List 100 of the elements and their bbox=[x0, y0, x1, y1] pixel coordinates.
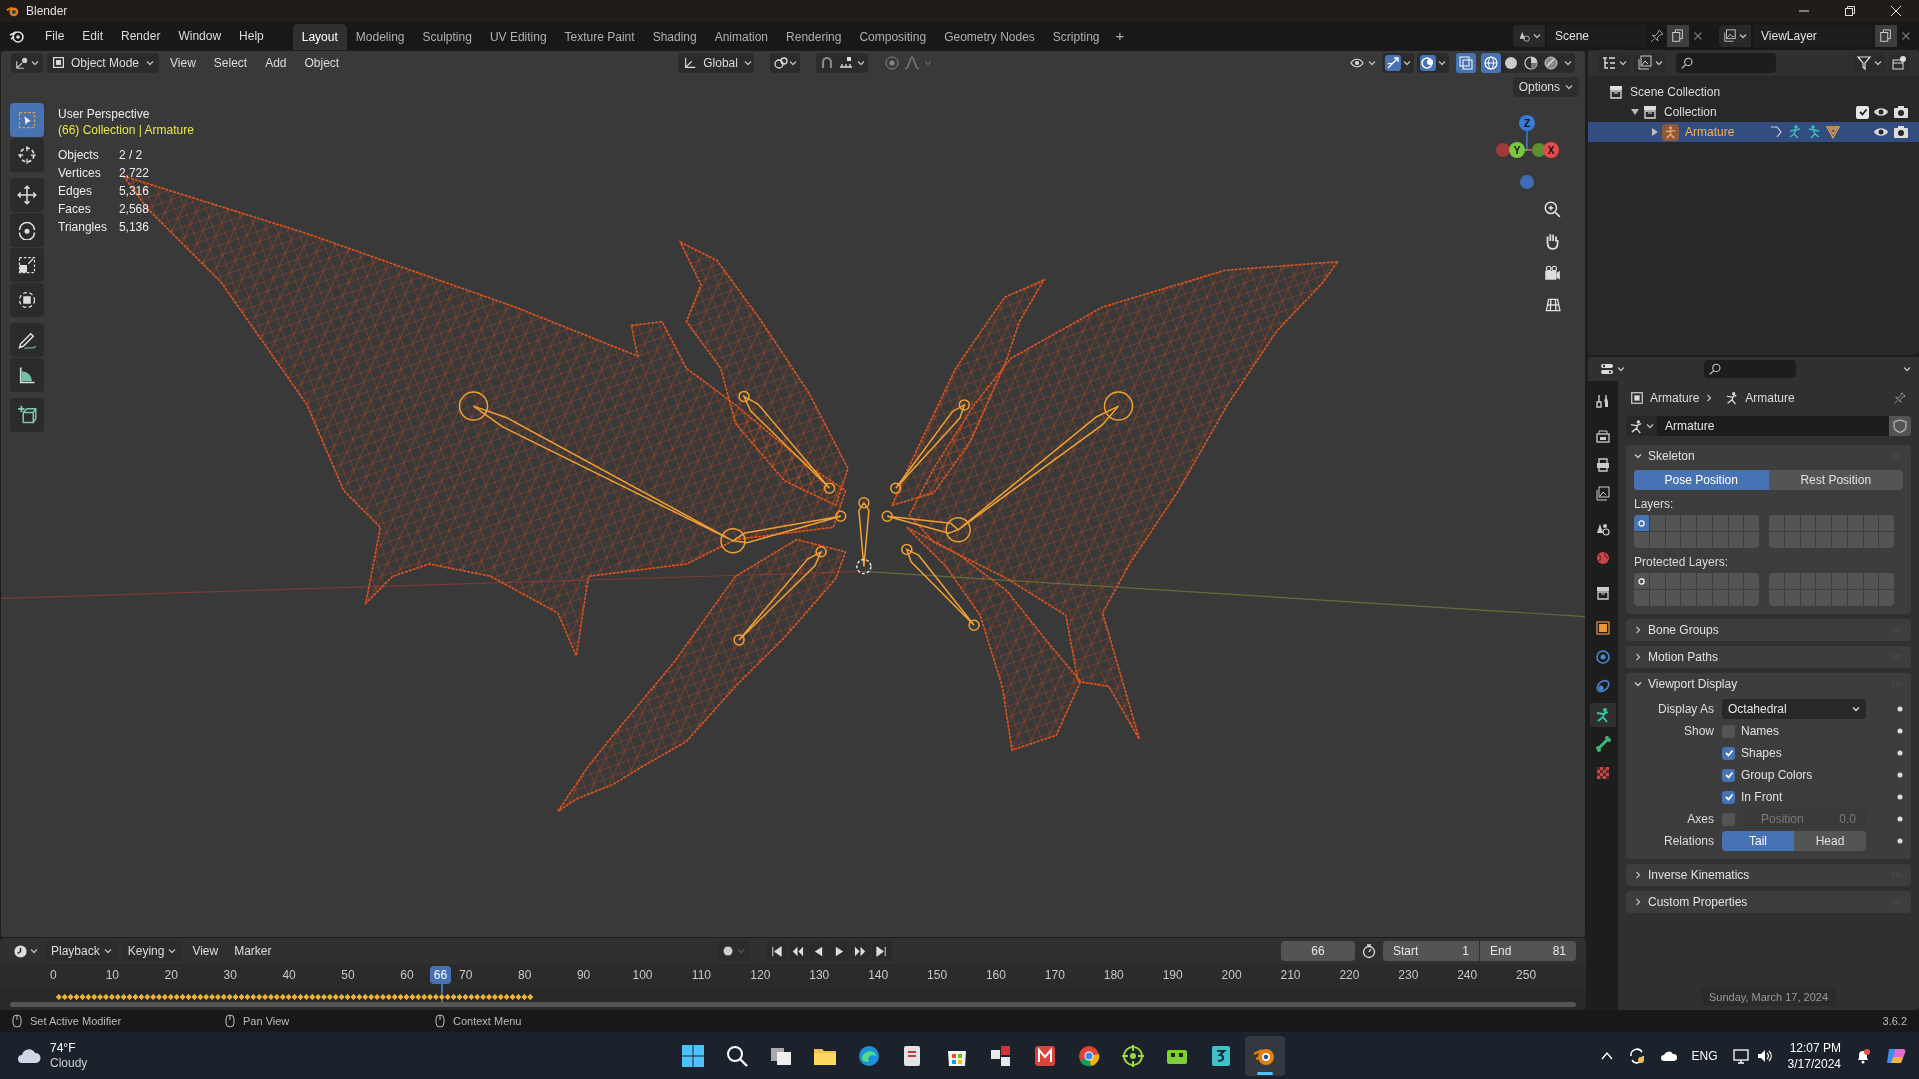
frame-tick-label: 160 bbox=[985, 967, 1006, 984]
outliner-row[interactable]: Collection bbox=[1588, 102, 1919, 122]
panel-header[interactable]: Inverse Kinematics bbox=[1626, 864, 1911, 886]
frame-tick-label: 170 bbox=[1044, 967, 1065, 984]
current-frame-field[interactable]: 66 bbox=[1281, 941, 1355, 961]
options-dropdown[interactable]: Options bbox=[1512, 77, 1579, 97]
weather-condition: Cloudy bbox=[50, 1055, 88, 1071]
position-field: Position 0.0 bbox=[1743, 809, 1866, 829]
panel-header[interactable]: Motion Paths bbox=[1626, 646, 1911, 668]
frame-tick-label: 30 bbox=[223, 967, 237, 984]
stat-label: Triangles bbox=[58, 219, 107, 236]
workspace-tab[interactable]: Animation bbox=[705, 24, 778, 50]
frame-tick-label: 130 bbox=[809, 967, 830, 984]
menu-item[interactable]: Edit bbox=[73, 25, 113, 47]
navigation-gizmo[interactable]: Z Y X bbox=[1496, 115, 1559, 189]
outliner-item-label: Collection bbox=[1664, 104, 1717, 121]
position-toggle[interactable]: Rest Position bbox=[1768, 470, 1903, 490]
workspace-tab[interactable]: Shading bbox=[643, 24, 706, 50]
window-title: Blender bbox=[26, 3, 68, 20]
frame-tick-label: 180 bbox=[1103, 967, 1124, 984]
frame-tick-label: 190 bbox=[1162, 967, 1183, 984]
language-indicator[interactable]: ENG bbox=[1691, 1046, 1718, 1065]
frame-tick-label: 150 bbox=[927, 967, 948, 984]
relations-toggle[interactable]: Head bbox=[1794, 831, 1866, 851]
workspace-tab[interactable]: Texture Paint bbox=[555, 24, 644, 50]
menu-item[interactable]: Playback bbox=[45, 941, 118, 961]
checkbox-label: Shapes bbox=[1741, 745, 1782, 762]
view-layer-field[interactable]: ViewLayer bbox=[1753, 25, 1873, 47]
frame-tick-label: 210 bbox=[1280, 967, 1301, 984]
status-hint: Context Menu bbox=[453, 1013, 522, 1029]
end-frame-field[interactable]: End 81 bbox=[1480, 941, 1576, 961]
outliner-row[interactable]: Scene Collection bbox=[1588, 82, 1919, 102]
menu-item[interactable]: File bbox=[36, 25, 74, 47]
stat-value: 5,136 bbox=[118, 219, 149, 236]
playhead[interactable]: 66 bbox=[429, 966, 452, 984]
workspace-tab[interactable]: UV Editing bbox=[480, 24, 556, 50]
mode-dropdown[interactable]: Object Mode bbox=[47, 52, 159, 73]
field-label: Axes bbox=[1687, 811, 1714, 828]
status-hint: Pan View bbox=[243, 1013, 290, 1029]
stat-label: Objects bbox=[58, 147, 100, 164]
frame-tick-label: 80 bbox=[518, 967, 532, 984]
workspace-tab[interactable]: Rendering bbox=[777, 24, 851, 50]
panel-header[interactable]: Bone Groups bbox=[1626, 619, 1911, 641]
frame-tick-label: 250 bbox=[1516, 967, 1537, 984]
frame-tick-label: 40 bbox=[282, 967, 296, 984]
frame-tick-label: 20 bbox=[164, 967, 178, 984]
menu-item[interactable]: View bbox=[186, 941, 225, 961]
stat-label: Edges bbox=[58, 183, 94, 200]
version-label: 3.6.2 bbox=[1882, 1013, 1907, 1029]
menu-item[interactable]: Marker bbox=[228, 941, 278, 961]
stat-value: 2,568 bbox=[118, 201, 149, 218]
field-label: Display As bbox=[1657, 701, 1714, 718]
menu-item[interactable]: Add bbox=[258, 52, 294, 73]
frame-tick-label: 90 bbox=[576, 967, 591, 984]
frame-tick-label: 70 bbox=[459, 967, 473, 984]
panel-header[interactable]: Custom Properties bbox=[1626, 891, 1911, 913]
workspace-tab[interactable]: Scripting bbox=[1043, 24, 1109, 50]
frame-tick-label: 50 bbox=[341, 967, 355, 984]
menu-item[interactable]: Select bbox=[206, 52, 255, 73]
clock-date[interactable]: 3/17/2024 bbox=[1787, 1055, 1841, 1072]
position-toggle[interactable]: Pose Position bbox=[1634, 470, 1769, 490]
workspace-tab[interactable]: Modeling bbox=[346, 24, 414, 50]
date-tooltip: Sunday, March 17, 2024 bbox=[1700, 987, 1836, 1006]
stat-value: 2 / 2 bbox=[118, 147, 144, 164]
breadcrumb-item[interactable]: Armature bbox=[1745, 389, 1795, 407]
panel-header[interactable]: Skeleton bbox=[1626, 445, 1911, 467]
panel-header[interactable]: Viewport Display bbox=[1626, 673, 1911, 695]
frame-tick-label: 220 bbox=[1339, 967, 1360, 984]
scene-field[interactable]: Scene bbox=[1547, 25, 1647, 47]
frame-tick-label: 0 bbox=[50, 967, 57, 984]
frame-tick-label: 200 bbox=[1221, 967, 1242, 984]
section-label: Layers: bbox=[1634, 496, 1675, 512]
breadcrumb-item[interactable]: Armature bbox=[1650, 389, 1700, 407]
frame-tick-label: 10 bbox=[105, 967, 120, 984]
workspace-tab[interactable]: Compositing bbox=[850, 24, 936, 50]
stat-value: 5,316 bbox=[118, 183, 149, 200]
menu-item[interactable]: Help bbox=[230, 25, 273, 47]
section-label: Protected Layers: bbox=[1634, 554, 1730, 570]
workspace-tab[interactable]: Layout bbox=[292, 24, 347, 50]
frame-tick-label: 230 bbox=[1398, 967, 1419, 984]
menu-item[interactable]: Keying bbox=[121, 941, 183, 961]
menu-item[interactable]: View bbox=[163, 52, 203, 73]
add-workspace-button[interactable]: + bbox=[1108, 24, 1132, 48]
relations-toggle[interactable]: Tail bbox=[1722, 831, 1794, 851]
outliner-row[interactable]: Armature bbox=[1588, 122, 1919, 142]
start-frame-field[interactable]: Start 1 bbox=[1383, 941, 1479, 961]
frame-tick-label: 100 bbox=[632, 967, 653, 984]
orientation-dropdown[interactable]: Global bbox=[678, 52, 755, 73]
menu-item[interactable]: Object bbox=[297, 52, 347, 73]
menu-item[interactable]: Window bbox=[169, 25, 231, 47]
workspace-tab[interactable]: Sculpting bbox=[413, 24, 481, 50]
data-name-field[interactable]: Armature bbox=[1657, 416, 1889, 436]
clock-time[interactable]: 12:07 PM bbox=[1789, 1039, 1841, 1056]
active-context: (66) Collection | Armature bbox=[58, 122, 194, 138]
display-dropdown[interactable]: Octahedral bbox=[1722, 699, 1866, 719]
field-label: Show bbox=[1683, 723, 1714, 740]
checkbox-label: Names bbox=[1741, 723, 1779, 740]
checkbox-label: Group Colors bbox=[1741, 767, 1813, 784]
workspace-tab[interactable]: Geometry Nodes bbox=[935, 24, 1044, 50]
menu-item[interactable]: Render bbox=[112, 25, 170, 47]
